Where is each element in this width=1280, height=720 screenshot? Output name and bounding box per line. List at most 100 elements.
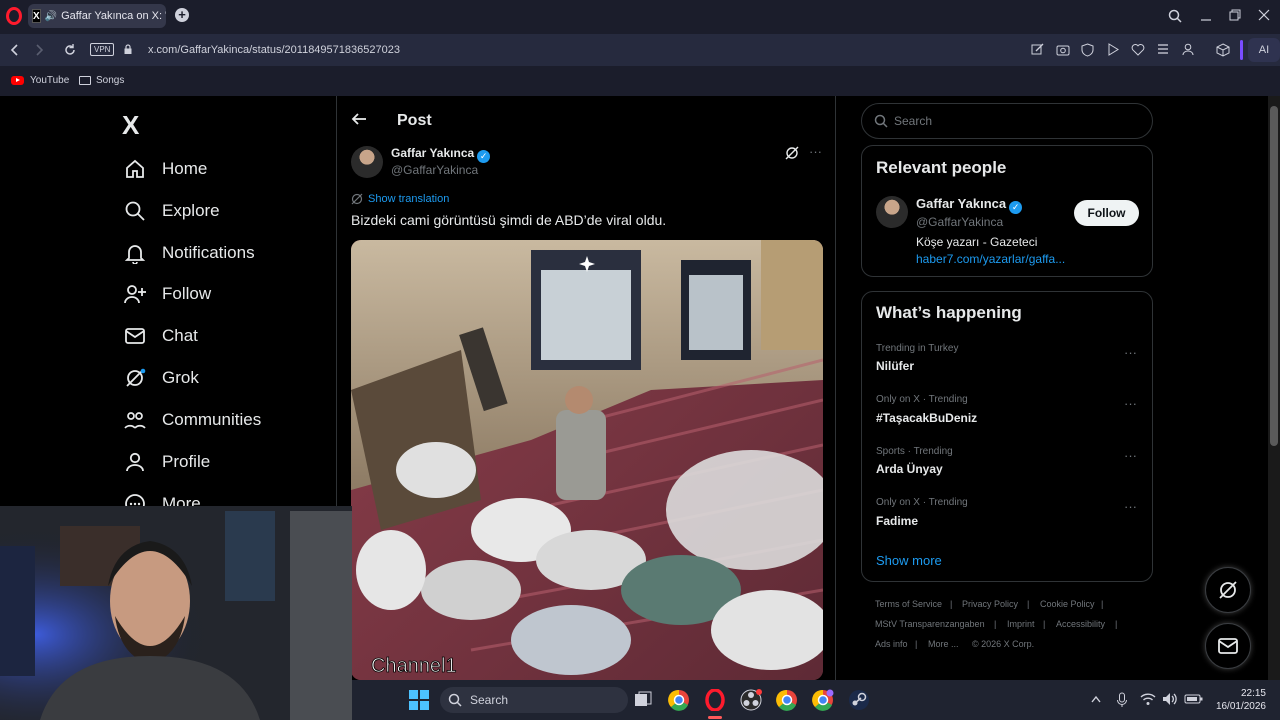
nav-grok[interactable]: Grok: [122, 358, 199, 398]
bookmark-label: Songs: [96, 75, 125, 86]
task-view-icon[interactable]: [632, 689, 654, 711]
trend-more-icon[interactable]: ···: [1124, 396, 1137, 411]
whats-happening-title: What’s happening: [876, 303, 1022, 322]
speaker-icon[interactable]: 🔊: [45, 11, 57, 22]
wifi-icon[interactable]: [1140, 692, 1156, 706]
nav-profile[interactable]: Profile: [122, 442, 210, 482]
footer-separator: |: [1043, 619, 1046, 629]
active-tab[interactable]: X 🔊 Gaffar Yakınca on X: "B: [28, 4, 166, 28]
new-tab-button[interactable]: +: [175, 8, 189, 22]
trend-name[interactable]: Arda Ünyay: [876, 462, 943, 476]
heart-icon[interactable]: [1131, 43, 1145, 56]
trend-name[interactable]: Fadime: [876, 514, 918, 528]
lock-icon[interactable]: [124, 44, 132, 54]
forward-icon[interactable]: [35, 43, 45, 57]
trend-name[interactable]: Nilüfer: [876, 359, 914, 373]
easy-setup-icon[interactable]: [1157, 43, 1169, 55]
nav-notifications[interactable]: Notifications: [122, 233, 255, 273]
more-options-icon[interactable]: ···: [809, 144, 822, 159]
taskbar-clock[interactable]: 22:15 16/01/2026: [1212, 687, 1266, 713]
edit-icon[interactable]: [1031, 43, 1044, 56]
back-arrow-icon[interactable]: [351, 112, 367, 131]
footer-ads-link[interactable]: Ads info: [875, 639, 908, 649]
chrome-icon[interactable]: [668, 689, 690, 711]
windows-start-icon[interactable]: [408, 689, 430, 711]
bookmark-youtube[interactable]: YouTube: [11, 75, 69, 86]
footer-accessibility-link[interactable]: Accessibility: [1056, 619, 1105, 629]
bookmark-songs[interactable]: Songs: [79, 75, 124, 86]
restore-icon[interactable]: [1229, 9, 1241, 21]
trend-more-icon[interactable]: ···: [1124, 345, 1137, 360]
nav-explore[interactable]: Explore: [122, 191, 220, 231]
ai-button[interactable]: AI: [1248, 38, 1280, 62]
footer-imprint-link[interactable]: Imprint: [1007, 619, 1035, 629]
player-icon[interactable]: [1107, 43, 1119, 56]
tab-title: Gaffar Yakınca on X: "B: [61, 10, 166, 22]
account-icon[interactable]: [1182, 43, 1194, 56]
trend-name[interactable]: #TaşacakBuDeniz: [876, 411, 977, 425]
trend-context: Trending in Turkey: [876, 343, 959, 354]
close-window-icon[interactable]: [1258, 9, 1270, 21]
post-video[interactable]: Channel1: [351, 240, 823, 680]
follow-button[interactable]: Follow: [1074, 200, 1139, 226]
nav-home[interactable]: Home: [122, 149, 207, 189]
author-avatar[interactable]: [351, 146, 383, 178]
streamer-webcam-image: [0, 506, 352, 720]
footer-terms-link[interactable]: Terms of Service: [875, 599, 942, 609]
taskbar-search-input[interactable]: Search: [440, 687, 628, 713]
url-field[interactable]: x.com/GaffarYakinca/status/2011849571836…: [148, 44, 400, 56]
nav-label: Home: [162, 159, 208, 178]
show-translation-link[interactable]: Show translation: [351, 193, 449, 205]
address-bar-row: VPN x.com/GaffarYakinca/status/201184957…: [0, 32, 1280, 68]
tray-chevron-up-icon[interactable]: [1090, 694, 1102, 704]
show-more-link[interactable]: Show more: [876, 553, 942, 568]
footer-separator: |: [1027, 599, 1030, 609]
nav-communities[interactable]: Communities: [122, 400, 261, 440]
vpn-badge[interactable]: VPN: [90, 43, 115, 56]
footer-more-link[interactable]: More ...: [928, 639, 959, 649]
search-placeholder: Search: [894, 114, 933, 128]
scrollbar-thumb[interactable]: [1270, 106, 1278, 446]
person-link[interactable]: haber7.com/yazarlar/gaffa...: [916, 252, 1065, 266]
volume-icon[interactable]: [1162, 692, 1178, 706]
author-name[interactable]: Gaffar Yakınca ✓: [391, 146, 491, 163]
search-tabs-icon[interactable]: [1168, 9, 1182, 23]
follow-button-label: Follow: [1087, 206, 1126, 220]
footer-privacy-link[interactable]: Privacy Policy: [962, 599, 1018, 609]
grok-float-button[interactable]: [1205, 567, 1251, 613]
search-input[interactable]: Search: [861, 103, 1153, 139]
back-icon[interactable]: [9, 43, 19, 57]
verified-badge-icon: ✓: [477, 150, 491, 163]
footer-cookie-link[interactable]: Cookie Policy: [1040, 599, 1095, 609]
opera-taskbar-icon[interactable]: [704, 689, 726, 711]
steam-icon[interactable]: [848, 689, 870, 711]
battery-icon[interactable]: [1184, 692, 1204, 706]
footer-separator: |: [915, 639, 918, 649]
person-name[interactable]: Gaffar Yakınca ✓: [916, 196, 1023, 214]
minimize-icon[interactable]: [1200, 9, 1212, 23]
obs-icon[interactable]: [740, 689, 762, 711]
person-handle[interactable]: @GaffarYakinca: [916, 215, 1003, 229]
footer-separator: |: [1115, 619, 1118, 629]
author-handle[interactable]: @GaffarYakinca: [391, 163, 478, 177]
x-logo[interactable]: X: [122, 110, 139, 141]
person-icon: [122, 449, 148, 475]
microphone-icon[interactable]: [1116, 692, 1128, 708]
page-scrollbar[interactable]: [1268, 96, 1280, 680]
extensions-cube-icon[interactable]: [1216, 43, 1230, 57]
opera-logo-icon[interactable]: [6, 7, 22, 25]
chrome-profile-icon[interactable]: [776, 689, 798, 711]
trend-more-icon[interactable]: ···: [1124, 448, 1137, 463]
footer-mstv-link[interactable]: MStV Transparenzangaben: [875, 619, 985, 629]
messages-float-button[interactable]: [1205, 623, 1251, 669]
reload-icon[interactable]: [63, 43, 77, 57]
trend-more-icon[interactable]: ···: [1124, 499, 1137, 514]
nav-chat[interactable]: Chat: [122, 316, 198, 356]
nav-follow[interactable]: Follow: [122, 274, 211, 314]
avatar[interactable]: [876, 196, 908, 228]
chrome-profile-2-icon[interactable]: [812, 689, 834, 711]
grok-explain-icon[interactable]: [785, 146, 799, 160]
trend-context: Sports · Trending: [876, 446, 953, 457]
shield-icon[interactable]: [1081, 43, 1094, 57]
snapshot-icon[interactable]: [1056, 43, 1070, 56]
